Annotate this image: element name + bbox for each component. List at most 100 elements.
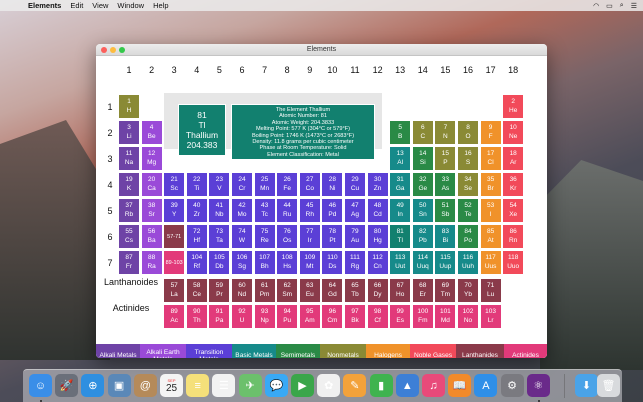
element-tile-Am[interactable]: 95 Am [298, 304, 321, 329]
element-tile-Tb[interactable]: 65 Tb [344, 278, 366, 303]
element-tile-F[interactable]: 9F [479, 120, 502, 145]
element-tile-Na[interactable]: 11 Na [118, 146, 140, 171]
element-tile-Bi[interactable]: 83 Bi [434, 224, 457, 249]
element-tile-Sn[interactable]: 50 Sn [411, 198, 434, 223]
legend-alkaline[interactable]: Alkali Earth Metals [140, 344, 186, 358]
element-tile-Md[interactable]: 101 Md [434, 304, 457, 329]
reminders-icon[interactable]: ☰ [212, 374, 236, 397]
element-tile-Ba[interactable]: 56 Ba [140, 224, 163, 249]
menu-view[interactable]: View [92, 1, 108, 10]
menu-window[interactable]: Window [117, 1, 144, 10]
element-tile-Be[interactable]: 4 Be [140, 120, 163, 145]
element-tile-Sg[interactable]: 106 Sg [231, 250, 253, 275]
element-tile-Re[interactable]: 75 Re [253, 224, 276, 249]
element-tile-Ni[interactable]: 28 Ni [321, 172, 344, 197]
system-preferences-icon[interactable]: ⚙ [500, 374, 524, 397]
photos-preview-icon[interactable]: ▣ [107, 374, 131, 397]
control-list-icon[interactable]: ☰ [631, 2, 637, 10]
element-tile-Mt[interactable]: 109 Mt [298, 250, 321, 275]
element-tile-Ta[interactable]: 73 Ta [208, 224, 231, 249]
element-tile-Cr[interactable]: 24 Cr [231, 172, 253, 197]
element-tile-Uuh[interactable]: 116 Uuh [457, 250, 479, 275]
element-tile-Ds[interactable]: 110 Ds [321, 250, 344, 275]
element-tile-Ca[interactable]: 20 Ca [140, 172, 163, 197]
element-tile-C[interactable]: 6C [411, 120, 434, 145]
element-tile-Db[interactable]: 105 Db [208, 250, 231, 275]
legend-basic[interactable]: Basic Metals [232, 344, 276, 358]
element-tile-Tc[interactable]: 43 Tc [253, 198, 276, 223]
legend-transition[interactable]: Transition Metals [186, 344, 232, 358]
element-tile-Uut[interactable]: 113 Uut [389, 250, 412, 275]
element-tile-Fe[interactable]: 26 Fe [276, 172, 299, 197]
menu-app-name[interactable]: Elements [28, 1, 61, 10]
element-tile-Cn[interactable]: 112 Cn [366, 250, 389, 275]
element-tile-Ag[interactable]: 47 Ag [344, 198, 366, 223]
elements-app-icon[interactable]: ⚛ [526, 374, 550, 397]
element-tile-Kr[interactable]: 36 Kr [502, 172, 525, 197]
element-tile-U[interactable]: 92 U [231, 304, 253, 329]
element-tile-Bh[interactable]: 107 Bh [253, 250, 276, 275]
element-tile-V[interactable]: 23 V [208, 172, 231, 197]
element-tile-Rg[interactable]: 111 Rg [344, 250, 366, 275]
element-tile-Pb[interactable]: 82 Pb [411, 224, 434, 249]
element-tile-Sb[interactable]: 51 Sb [434, 198, 457, 223]
element-tile-89-103[interactable]: 89-103 [163, 250, 186, 275]
element-tile-He[interactable]: 2 He [502, 94, 525, 119]
element-tile-Np[interactable]: 93 Np [253, 304, 276, 329]
element-tile-Pd[interactable]: 46 Pd [321, 198, 344, 223]
app-store-icon[interactable]: A [474, 374, 498, 397]
element-tile-Rf[interactable]: 104 Rf [185, 250, 208, 275]
element-tile-Pm[interactable]: 61 Pm [253, 278, 276, 303]
element-tile-Li[interactable]: 3 Li [118, 120, 140, 145]
element-tile-Te[interactable]: 52 Te [457, 198, 479, 223]
element-tile-Fm[interactable]: 100 Fm [411, 304, 434, 329]
element-tile-Ti[interactable]: 22 Ti [185, 172, 208, 197]
pages-icon[interactable]: ✎ [343, 374, 367, 397]
safari-icon[interactable]: ⊕ [81, 374, 105, 397]
legend-alkali[interactable]: Alkali Metals [96, 344, 140, 358]
downloads-folder-icon[interactable]: ⬇ [575, 374, 598, 397]
element-tile-Sm[interactable]: 62 Sm [276, 278, 299, 303]
trash-icon[interactable]: 🗑 [597, 374, 620, 397]
element-tile-No[interactable]: 102 No [457, 304, 479, 329]
element-tile-Ne[interactable]: 10 Ne [502, 120, 525, 145]
element-tile-Eu[interactable]: 63 Eu [298, 278, 321, 303]
element-tile-Cm[interactable]: 96 Cm [321, 304, 344, 329]
numbers-icon[interactable]: ▮ [369, 374, 393, 397]
element-tile-N[interactable]: 7N [434, 120, 457, 145]
element-tile-Ru[interactable]: 44 Ru [276, 198, 299, 223]
element-tile-As[interactable]: 33 As [434, 172, 457, 197]
maps-icon[interactable]: ✈ [238, 374, 262, 397]
element-tile-Ga[interactable]: 31 Ga [389, 172, 412, 197]
element-tile-Cl[interactable]: 17 Cl [479, 146, 502, 171]
launchpad-icon[interactable]: 🚀 [55, 374, 79, 397]
zoom-button[interactable] [119, 47, 125, 53]
legend-halogen[interactable]: Halogens [366, 344, 410, 358]
element-tile-Th[interactable]: 90 Th [185, 304, 208, 329]
element-tile-Co[interactable]: 27 Co [298, 172, 321, 197]
element-tile-Sc[interactable]: 21 Sc [163, 172, 186, 197]
element-tile-Pt[interactable]: 78 Pt [321, 224, 344, 249]
element-tile-57-71[interactable]: 57-71 [163, 224, 186, 249]
element-tile-Yb[interactable]: 70 Yb [457, 278, 479, 303]
legend-nonmetal[interactable]: Nonmetals [320, 344, 366, 358]
element-tile-In[interactable]: 49 In [389, 198, 412, 223]
element-tile-La[interactable]: 57 La [163, 278, 186, 303]
element-tile-S[interactable]: 16 S [457, 146, 479, 171]
element-tile-Rb[interactable]: 37 Rb [118, 198, 140, 223]
element-tile-I[interactable]: 53 I [479, 198, 502, 223]
notes-icon[interactable]: ≡ [186, 374, 210, 397]
element-tile-Hs[interactable]: 108 Hs [276, 250, 299, 275]
calendar-icon[interactable]: SEP 25 [160, 374, 183, 397]
element-tile-Uuo[interactable]: 118 Uuo [502, 250, 525, 275]
element-tile-O[interactable]: 8O [457, 120, 479, 145]
element-tile-Uuq[interactable]: 114 Uuq [411, 250, 434, 275]
element-tile-At[interactable]: 85 At [479, 224, 502, 249]
element-tile-Po[interactable]: 84 Po [457, 224, 479, 249]
element-tile-Os[interactable]: 76 Os [276, 224, 299, 249]
element-tile-Zr[interactable]: 40 Zr [185, 198, 208, 223]
element-tile-Al[interactable]: 13 Al [389, 146, 412, 171]
photos-icon[interactable]: ✿ [317, 374, 341, 397]
element-tile-Ce[interactable]: 58 Ce [185, 278, 208, 303]
element-tile-Nd[interactable]: 60 Nd [231, 278, 253, 303]
